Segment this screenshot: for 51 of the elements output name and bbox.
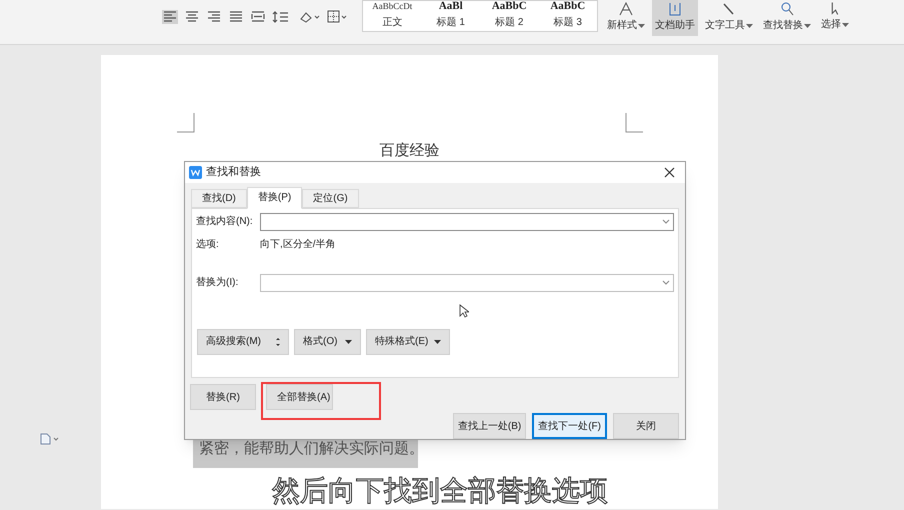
chevron-down-icon[interactable] xyxy=(662,219,670,224)
field-label: 查找内容(N): xyxy=(196,214,254,230)
find-input[interactable] xyxy=(260,212,674,231)
caret-icon xyxy=(434,340,441,344)
app-logo-icon xyxy=(189,166,202,179)
search-icon xyxy=(779,2,795,16)
document-icon[interactable] xyxy=(40,433,60,445)
tab[interactable]: 查找(D) xyxy=(191,188,247,208)
replace-button[interactable]: 全部替换(A) xyxy=(266,384,333,410)
justify-icon[interactable] xyxy=(228,10,244,24)
mouse-cursor-icon xyxy=(459,304,469,318)
more-icon xyxy=(276,338,280,346)
dialog-button[interactable]: 关闭 xyxy=(613,413,679,439)
ribbon-button[interactable]: 查找替换 xyxy=(760,0,814,36)
video-caption: 然后向下找到全部替换选项 xyxy=(272,474,608,508)
align-right-icon[interactable] xyxy=(206,10,222,24)
document-title: 百度经验 xyxy=(380,141,440,161)
format-button[interactable]: 格式(O) xyxy=(294,328,361,355)
dialog-button[interactable]: 查找下一处(F) xyxy=(532,413,607,439)
options-text: 向下,区分全/半角 xyxy=(260,238,336,252)
dialog-title: 查找和替换 xyxy=(206,165,262,180)
style-gallery-item[interactable]: AaBbCcDt 正文 xyxy=(363,1,422,31)
dialog-button[interactable]: 查找上一处(B) xyxy=(452,413,526,439)
ribbon-button[interactable]: 新样式 xyxy=(604,0,648,36)
ribbon-button[interactable]: 选择 xyxy=(818,0,852,35)
distribute-icon[interactable] xyxy=(250,10,266,24)
tab[interactable]: 替换(P) xyxy=(246,186,302,209)
margin-corner-mark xyxy=(625,113,643,133)
margin-corner-mark xyxy=(177,113,195,133)
close-icon[interactable] xyxy=(664,166,675,178)
style-gallery-item[interactable]: AaBbC 标题 2 xyxy=(480,1,538,31)
align-left-icon[interactable] xyxy=(162,10,178,24)
style-gallery-item[interactable]: AaBl 标题 1 xyxy=(422,1,480,31)
field-label: 替换为(I): xyxy=(196,276,240,290)
chevron-down-icon[interactable] xyxy=(662,280,670,286)
format-button[interactable]: 特殊格式(E) xyxy=(366,328,450,355)
replace-button[interactable]: 替换(R) xyxy=(190,384,256,410)
document-text: 紧密，能帮助人们解决实际问题。 xyxy=(199,441,424,457)
ribbon-button[interactable]: 文档助手 xyxy=(652,0,698,36)
tab[interactable]: 定位(G) xyxy=(302,188,359,208)
align-center-icon[interactable] xyxy=(184,10,200,24)
shading-icon[interactable] xyxy=(298,10,320,24)
caret-icon xyxy=(345,340,352,344)
border-icon[interactable] xyxy=(326,10,348,24)
replace-input[interactable] xyxy=(260,274,674,292)
style-gallery-item[interactable]: AaBbC 标题 3 xyxy=(538,1,597,31)
format-button[interactable]: 高级搜索(M) xyxy=(197,328,289,355)
document-tool-icon xyxy=(667,2,683,16)
style-letter-icon xyxy=(618,2,634,16)
ribbon-button[interactable]: 文字工具 xyxy=(702,0,756,36)
options-label: 选项: xyxy=(196,238,220,252)
